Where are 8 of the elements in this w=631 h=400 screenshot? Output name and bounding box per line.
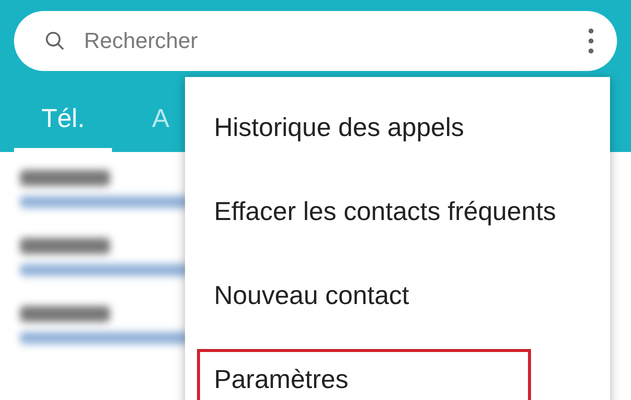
search-icon bbox=[44, 30, 66, 52]
search-bar[interactable]: Rechercher bbox=[14, 11, 617, 71]
more-options-icon[interactable] bbox=[587, 27, 595, 55]
menu-item[interactable]: Effacer les contacts fréquents bbox=[214, 196, 556, 226]
menu-item[interactable]: Nouveau contact bbox=[214, 280, 410, 310]
menu-item[interactable]: Historique des appels bbox=[214, 112, 464, 142]
search-field[interactable]: Rechercher bbox=[82, 27, 571, 55]
menu-item[interactable]: Paramètres bbox=[200, 352, 528, 400]
